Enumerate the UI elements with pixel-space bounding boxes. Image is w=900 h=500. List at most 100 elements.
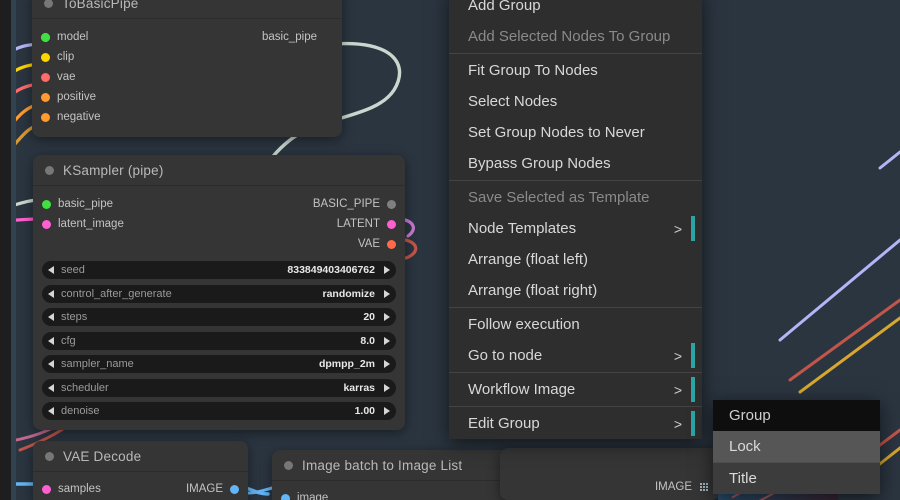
widget-name: cfg: [61, 334, 76, 347]
widget-name: denoise: [61, 405, 100, 417]
node-slot-row: latent_image LATENT: [33, 214, 405, 234]
decrement-icon[interactable]: [48, 266, 54, 274]
input-pin-clip[interactable]: [41, 52, 50, 62]
widget-scheduler[interactable]: scheduler karras: [42, 378, 396, 397]
input-pin-samples[interactable]: [42, 484, 51, 494]
menu-item-save-selected-as-template[interactable]: Save Selected as Template: [449, 182, 702, 213]
increment-icon[interactable]: [384, 266, 390, 274]
node-title: KSampler (pipe): [63, 162, 164, 178]
node-slot-clip: clip: [32, 47, 342, 67]
output-pin-basic-pipe[interactable]: [387, 199, 396, 209]
node-vae-decode[interactable]: VAE Decode samples IMAGE: [33, 441, 248, 500]
input-label-positive: positive: [57, 91, 96, 103]
increment-icon[interactable]: [384, 289, 390, 298]
increment-icon[interactable]: [384, 336, 390, 345]
menu-item-edit-group[interactable]: Edit Group >: [449, 408, 702, 439]
submenu-title: Group: [713, 400, 880, 431]
wire-right-clip: [798, 316, 900, 394]
node-slot-vae: VAE: [33, 234, 405, 254]
node-collapse-icon[interactable]: [45, 165, 54, 175]
node-header[interactable]: VAE Decode: [33, 441, 248, 472]
widget-denoise[interactable]: denoise 1.00: [42, 402, 396, 420]
input-pin-negative[interactable]: [41, 112, 50, 122]
output-label-image: IMAGE: [654, 481, 692, 493]
input-label-clip: clip: [57, 51, 75, 63]
output-label-basic-pipe: basic_pipe: [262, 31, 317, 43]
comfyui-canvas[interactable]: ToBasicPipe model basic_pipe clip vae po…: [0, 0, 900, 500]
input-label-image: image: [297, 492, 329, 500]
submenu-item-lock[interactable]: Lock: [713, 431, 880, 462]
node-header[interactable]: ToBasicPipe: [32, 0, 342, 19]
node-slot-row: basic_pipe BASIC_PIPE: [33, 194, 405, 214]
menu-item-node-templates[interactable]: Node Templates >: [449, 213, 702, 244]
decrement-icon[interactable]: [48, 360, 54, 368]
output-pin-latent[interactable]: [387, 219, 396, 229]
menu-item-label: Arrange (float left): [468, 251, 589, 268]
menu-item-arrange-float-left[interactable]: Arrange (float left): [449, 244, 702, 275]
menu-separator: [449, 372, 702, 373]
node-body: IMAGE: [500, 448, 720, 500]
wire-right-model: [778, 238, 900, 342]
menu-separator: [449, 53, 702, 54]
output-label-basic-pipe: BASIC_PIPE: [312, 198, 380, 210]
menu-item-fit-group-to-nodes[interactable]: Fit Group To Nodes: [449, 55, 702, 86]
widget-value: 8.0: [360, 334, 375, 347]
decrement-icon[interactable]: [48, 289, 54, 298]
decrement-icon[interactable]: [48, 407, 54, 415]
node-tobasicpipe[interactable]: ToBasicPipe model basic_pipe clip vae po…: [32, 0, 342, 137]
node-preview-image[interactable]: IMAGE: [500, 448, 720, 500]
menu-separator: [449, 307, 702, 308]
increment-icon[interactable]: [384, 407, 390, 415]
node-collapse-icon[interactable]: [45, 451, 54, 461]
node-header[interactable]: KSampler (pipe): [33, 155, 405, 186]
node-collapse-icon[interactable]: [284, 460, 293, 470]
node-ksampler-pipe[interactable]: KSampler (pipe) basic_pipe BASIC_PIPE la…: [33, 155, 405, 430]
input-pin-image[interactable]: [281, 493, 290, 500]
increment-icon[interactable]: [384, 383, 390, 392]
menu-item-label: Save Selected as Template: [468, 189, 650, 206]
widget-sampler-name[interactable]: sampler_name dpmpp_2m: [42, 355, 396, 373]
widget-control-after-generate[interactable]: control_after_generate randomize: [42, 284, 396, 303]
input-label-model: model: [57, 31, 89, 43]
input-pin-positive[interactable]: [41, 92, 50, 102]
increment-icon[interactable]: [384, 360, 390, 368]
submenu-indicator: [691, 377, 695, 402]
widget-cfg[interactable]: cfg 8.0: [42, 331, 396, 350]
menu-item-select-nodes[interactable]: Select Nodes: [449, 86, 702, 117]
input-pin-vae[interactable]: [41, 72, 50, 82]
decrement-icon[interactable]: [48, 383, 54, 392]
context-menu[interactable]: Add Group Add Selected Nodes To Group Fi…: [449, 0, 702, 439]
grid-icon[interactable]: [700, 483, 708, 491]
input-pin-basic-pipe[interactable]: [42, 199, 51, 209]
menu-item-label: Set Group Nodes to Never: [468, 124, 645, 141]
menu-item-label: Node Templates: [468, 220, 577, 237]
widget-steps[interactable]: steps 20: [42, 308, 396, 326]
submenu-item-title[interactable]: Title: [713, 463, 880, 494]
context-submenu-group[interactable]: Group Lock Title: [713, 400, 880, 494]
menu-item-label: Add Group: [468, 0, 541, 14]
output-pin-image[interactable]: [230, 484, 239, 494]
menu-item-arrange-float-right[interactable]: Arrange (float right): [449, 275, 702, 306]
decrement-icon[interactable]: [48, 336, 54, 345]
menu-item-workflow-image[interactable]: Workflow Image >: [449, 374, 702, 405]
node-collapse-icon[interactable]: [44, 0, 53, 8]
increment-icon[interactable]: [384, 313, 390, 321]
input-pin-latent-image[interactable]: [42, 219, 51, 229]
widget-name: control_after_generate: [61, 287, 172, 300]
menu-item-label: Go to node: [468, 347, 543, 364]
menu-item-go-to-node[interactable]: Go to node >: [449, 340, 702, 371]
decrement-icon[interactable]: [48, 313, 54, 321]
menu-item-bypass-group-nodes[interactable]: Bypass Group Nodes: [449, 148, 702, 179]
menu-item-add-selected-nodes-to-group[interactable]: Add Selected Nodes To Group: [449, 21, 702, 52]
output-pin-basic-pipe[interactable]: [41, 32, 50, 42]
menu-item-add-group[interactable]: Add Group: [449, 0, 702, 21]
menu-item-label: Select Nodes: [468, 93, 558, 110]
left-edge-panel: [0, 0, 11, 500]
output-pin-vae[interactable]: [387, 239, 396, 249]
output-label-latent: LATENT: [336, 218, 380, 230]
output-label-image: IMAGE: [185, 483, 223, 495]
node-slot-negative: negative: [32, 107, 342, 127]
menu-item-follow-execution[interactable]: Follow execution: [449, 309, 702, 340]
widget-seed[interactable]: seed 833849403406762: [42, 261, 396, 279]
menu-item-set-group-nodes-to-never[interactable]: Set Group Nodes to Never: [449, 117, 702, 148]
